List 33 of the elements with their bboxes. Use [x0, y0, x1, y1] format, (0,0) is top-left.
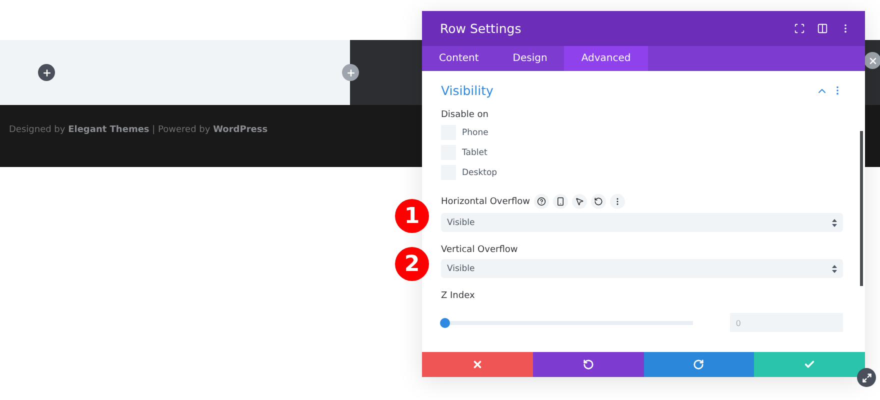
checkbox-label: Desktop — [462, 168, 498, 178]
select-field[interactable]: Visible — [441, 259, 843, 278]
step-marker: 1 — [395, 199, 429, 233]
reset-icon[interactable] — [591, 194, 606, 209]
split-view-icon[interactable] — [817, 23, 828, 34]
phone-icon[interactable] — [553, 194, 568, 209]
undo-icon — [582, 359, 594, 370]
select-field[interactable]: Visible — [441, 213, 843, 232]
field-label: Disable on — [441, 110, 490, 120]
expand-icon[interactable] — [794, 23, 805, 34]
resize-icon[interactable] — [857, 368, 876, 387]
modal-title: Row Settings — [440, 21, 522, 36]
field-label: Z Index — [441, 291, 475, 301]
dropdown-arrows-icon — [832, 218, 837, 226]
undo-button[interactable] — [532, 352, 644, 377]
close-icon — [472, 359, 483, 370]
step-marker: 2 — [395, 247, 429, 281]
tab[interactable]: Advanced — [564, 46, 648, 71]
checkbox-label: Phone — [462, 128, 488, 138]
checkbox-label: Tablet — [462, 148, 488, 158]
check-icon — [804, 359, 816, 370]
dropdown-arrows-icon — [832, 264, 837, 272]
scrollbar[interactable] — [860, 131, 863, 286]
field-label: Vertical Overflow — [441, 245, 518, 255]
field-label: Horizontal Overflow — [441, 196, 530, 206]
slider-thumb[interactable] — [440, 318, 450, 328]
footer-credit: Designed by Elegant Themes | Powered by WordPress — [9, 125, 268, 135]
help-icon[interactable] — [534, 194, 549, 209]
redo-icon — [693, 359, 704, 370]
tab[interactable]: Design — [496, 46, 564, 71]
tab[interactable]: Content — [422, 46, 496, 71]
cursor-icon[interactable] — [572, 194, 587, 209]
section-title[interactable]: Visibility — [441, 83, 816, 98]
